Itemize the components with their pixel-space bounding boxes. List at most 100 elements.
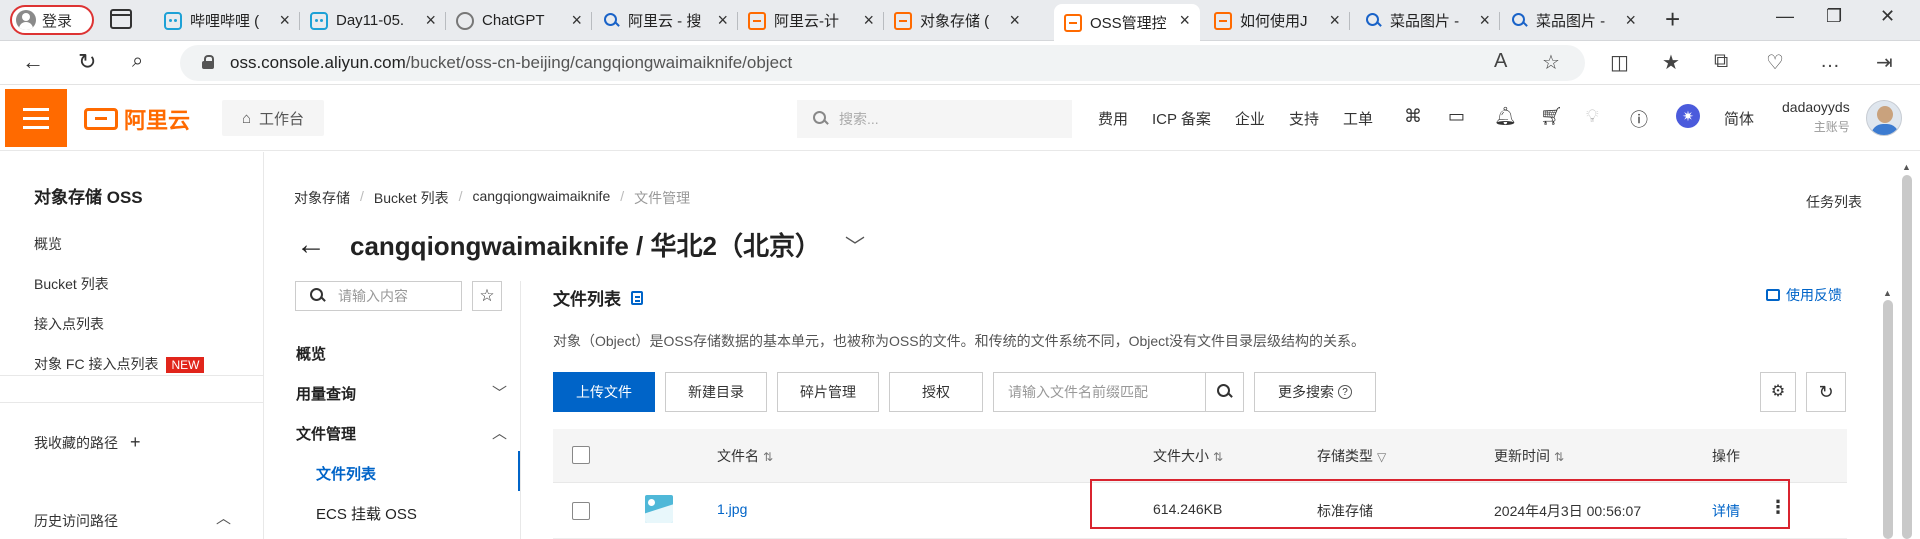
console-search-input[interactable]: 搜索... xyxy=(797,100,1072,138)
browser-tab[interactable]: 菜品图片 - × xyxy=(1354,4,1500,37)
bucket-nav-usage[interactable]: 用量查询 ﹀ xyxy=(296,383,507,404)
bucket-nav-overview[interactable]: 概览 xyxy=(296,343,326,364)
cart-icon[interactable]: 🛒︎ xyxy=(1540,106,1563,127)
split-screen-icon[interactable]: ◫ xyxy=(1610,50,1629,75)
close-icon[interactable]: × xyxy=(1479,10,1490,31)
browser-tab[interactable]: 阿里云-计 × xyxy=(738,4,884,37)
bucket-nav-file-management[interactable]: 文件管理 ︿ xyxy=(296,423,507,444)
clipboard-icon[interactable] xyxy=(631,290,643,305)
browser-tab-active[interactable]: OSS管理控 × xyxy=(1054,4,1200,41)
breadcrumb-item[interactable]: 对象存储 xyxy=(294,188,350,208)
sidebar-item-favorites[interactable]: 我收藏的路径 + xyxy=(34,432,141,453)
more-icon[interactable]: … xyxy=(1820,50,1840,73)
header-link-support[interactable]: 支持 xyxy=(1289,108,1319,129)
back-arrow-icon[interactable]: ← xyxy=(296,228,326,262)
chevron-up-icon[interactable]: ︿ xyxy=(216,507,231,528)
header-link-enterprise[interactable]: 企业 xyxy=(1235,108,1265,129)
search-icon[interactable]: ⌕ xyxy=(132,50,143,73)
browser-tab[interactable]: 哔哩哔哩 (× xyxy=(154,4,300,37)
window-close-icon[interactable]: ✕ xyxy=(1880,6,1895,27)
health-icon[interactable]: ♡ xyxy=(1766,50,1784,75)
authorize-button[interactable]: 授权 xyxy=(889,372,983,412)
language-switch[interactable]: 简体 xyxy=(1724,108,1754,129)
browser-tab[interactable]: ChatGPT × xyxy=(446,4,592,37)
column-header-updated[interactable]: 更新时间 ⇅ xyxy=(1494,446,1564,466)
select-all-checkbox[interactable] xyxy=(572,446,590,464)
upload-file-button[interactable]: 上传文件 xyxy=(553,372,655,412)
inner-scrollbar[interactable] xyxy=(1883,300,1893,539)
sidebar-item-bucket-list[interactable]: Bucket 列表 xyxy=(34,274,109,294)
chevron-down-icon[interactable]: ﹀ xyxy=(845,230,865,259)
sidebar-icon[interactable]: ⇥ xyxy=(1876,50,1893,75)
search-placeholder[interactable]: 请输入文件名前缀匹配 xyxy=(994,373,1206,411)
maximize-icon[interactable]: ❐ xyxy=(1826,6,1842,27)
profile-button[interactable]: 登录 xyxy=(10,5,94,35)
header-link-ticket[interactable]: 工单 xyxy=(1343,108,1373,129)
settings-gear-icon[interactable]: ⚙ xyxy=(1760,372,1796,412)
collections-icon[interactable]: ⧉ xyxy=(1714,50,1728,73)
bucket-nav-search[interactable]: 请输入内容 xyxy=(295,281,462,311)
browser-tab[interactable]: 如何使用J × xyxy=(1204,4,1350,37)
bucket-nav-file-list[interactable]: 文件列表 xyxy=(316,463,376,484)
close-icon[interactable]: × xyxy=(1009,10,1020,31)
close-icon[interactable]: × xyxy=(279,10,290,31)
fragment-management-button[interactable]: 碎片管理 xyxy=(777,372,879,412)
plus-icon[interactable]: + xyxy=(130,432,141,452)
help-icon[interactable]: ⓘ xyxy=(1630,106,1648,132)
close-icon[interactable]: × xyxy=(425,10,436,31)
close-icon[interactable]: × xyxy=(1625,10,1636,31)
favorites-icon[interactable]: ★ xyxy=(1662,50,1680,75)
scroll-up-icon[interactable]: ▲ xyxy=(1883,288,1892,298)
header-link-fees[interactable]: 费用 xyxy=(1098,108,1128,129)
bell-icon[interactable]: 🔔︎ xyxy=(1494,106,1517,127)
user-info[interactable]: dadaoyyds 主账号 xyxy=(1782,99,1850,135)
sidebar-item-overview[interactable]: 概览 xyxy=(34,234,62,254)
new-directory-button[interactable]: 新建目录 xyxy=(665,372,767,412)
feedback-link[interactable]: 使用反馈 xyxy=(1766,285,1842,305)
header-link-icp[interactable]: ICP 备案 xyxy=(1152,108,1211,129)
menu-icon[interactable] xyxy=(5,89,67,147)
bucket-nav-ecs-mount[interactable]: ECS 挂载 OSS xyxy=(316,503,417,524)
url-field[interactable]: oss.console.aliyun.com/bucket/oss-cn-bei… xyxy=(180,45,1585,81)
close-icon[interactable]: × xyxy=(1329,10,1340,31)
page-scrollbar[interactable] xyxy=(1902,175,1912,539)
column-header-size[interactable]: 文件大小 ⇅ xyxy=(1153,446,1223,466)
column-header-name[interactable]: 文件名 ⇅ xyxy=(717,446,773,466)
row-checkbox[interactable] xyxy=(572,502,590,520)
favorite-star-icon[interactable]: ☆ xyxy=(1542,50,1560,75)
browser-tab[interactable]: 菜品图片 - × xyxy=(1500,4,1646,37)
sidebar-item-access-points[interactable]: 接入点列表 xyxy=(34,314,104,334)
workbench-button[interactable]: ⌂ 工作台 xyxy=(222,100,324,136)
close-icon[interactable]: × xyxy=(863,10,874,31)
breadcrumb-item[interactable]: Bucket 列表 xyxy=(374,188,449,208)
read-aloud-icon[interactable]: A xyxy=(1494,50,1507,73)
new-tab-icon[interactable]: + xyxy=(1665,4,1680,35)
file-name-link[interactable]: 1.jpg xyxy=(717,501,747,517)
aliyun-logo[interactable]: 阿里云 xyxy=(84,103,190,135)
search-button[interactable] xyxy=(1206,373,1243,411)
more-search-button[interactable]: 更多搜索? xyxy=(1254,372,1376,412)
task-list-link[interactable]: 任务列表 xyxy=(1806,192,1862,212)
file-prefix-search[interactable]: 请输入文件名前缀匹配 xyxy=(993,372,1244,412)
minimize-icon[interactable]: — xyxy=(1776,6,1794,27)
refresh-icon[interactable]: ↻ xyxy=(1806,372,1846,412)
avatar[interactable] xyxy=(1866,100,1902,136)
scroll-up-icon[interactable]: ▲ xyxy=(1902,162,1911,172)
sidebar-item-fc-access-points[interactable]: 对象 FC 接入点列表 NEW xyxy=(34,354,205,374)
cloud-shell-icon[interactable]: ⌘ xyxy=(1404,106,1422,127)
browser-tab[interactable]: Day11-05. × xyxy=(300,4,446,37)
close-icon[interactable]: × xyxy=(1179,10,1190,31)
star-icon[interactable]: ☆ xyxy=(472,281,502,311)
refresh-icon[interactable]: ↻ xyxy=(78,49,96,75)
close-icon[interactable]: × xyxy=(717,10,728,31)
terminal-icon[interactable]: ▭ xyxy=(1448,106,1465,127)
back-icon[interactable]: ← xyxy=(22,49,44,75)
lightbulb-icon[interactable]: 💡︎ xyxy=(1586,106,1599,127)
column-header-storage[interactable]: 存储类型 ▽ xyxy=(1317,446,1386,466)
close-icon[interactable]: × xyxy=(571,10,582,31)
ai-assistant-icon[interactable]: ✷ xyxy=(1676,104,1700,128)
breadcrumb-item[interactable]: cangqiongwaimaiknife xyxy=(472,188,610,208)
sidebar-item-history[interactable]: 历史访问路径 xyxy=(34,511,118,531)
tab-actions-icon[interactable] xyxy=(110,9,132,29)
browser-tab[interactable]: 对象存储 (× xyxy=(884,4,1030,37)
